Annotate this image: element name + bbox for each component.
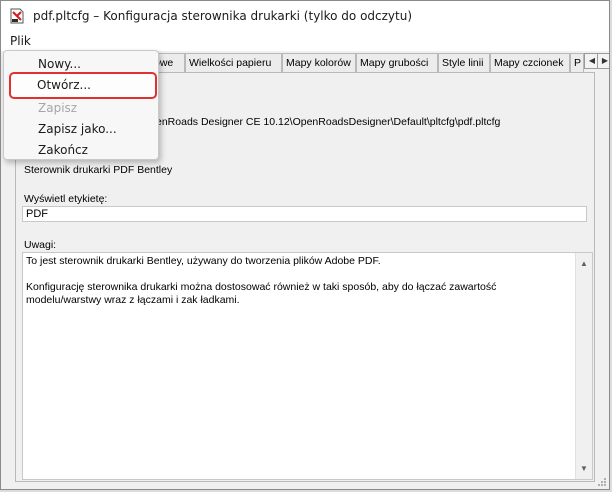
- pdf-config-app-icon: [10, 8, 24, 24]
- menu-file[interactable]: Plik: [10, 34, 31, 48]
- menu-item-save: Zapisz: [38, 101, 78, 115]
- driver-name-text: Sterownik drukarki PDF Bentley: [24, 164, 173, 176]
- notes-paragraph-2: Konfigurację sterownika drukarki można d…: [26, 281, 497, 306]
- printer-config-window: pdf.pltcfg – Konfiguracja sterownika dru…: [0, 0, 610, 490]
- tab-line-styles[interactable]: Style linii: [438, 53, 490, 72]
- notes-textarea[interactable]: To jest sterownik drukarki Bentley, używ…: [22, 252, 593, 480]
- menu-item-exit[interactable]: Zakończ: [38, 143, 88, 157]
- notes-scrollbar[interactable]: ▲ ▼: [575, 253, 592, 479]
- tab-partial-p[interactable]: P: [570, 53, 584, 72]
- menu-item-open-highlight[interactable]: Otwórz...: [9, 72, 157, 99]
- config-file-path: enRoads Designer CE 10.12\OpenRoadsDesig…: [156, 116, 501, 128]
- tab-color-maps[interactable]: Mapy kolorów: [282, 53, 356, 72]
- title-bar[interactable]: pdf.pltcfg – Konfiguracja sterownika dru…: [1, 1, 609, 31]
- tab-weight-maps[interactable]: Mapy grubości: [356, 53, 438, 72]
- display-label-field[interactable]: PDF: [22, 206, 587, 222]
- menu-item-open[interactable]: Otwórz...: [37, 78, 91, 92]
- tab-font-maps[interactable]: Mapy czcionek: [490, 53, 570, 72]
- tab-scroll-right-icon[interactable]: ▶: [597, 53, 609, 69]
- menu-item-save-as[interactable]: Zapisz jako...: [38, 122, 117, 136]
- tab-paper-sizes[interactable]: Wielkości papieru: [185, 53, 282, 72]
- display-label-caption: Wyświetl etykietę:: [24, 193, 108, 205]
- notes-paragraph-1: To jest sterownik drukarki Bentley, używ…: [26, 255, 381, 267]
- menu-bar: Plik: [1, 31, 609, 51]
- resize-grip-icon[interactable]: [597, 477, 607, 487]
- file-menu-dropdown: Nowy... Zapisz Zapisz jako... Zakończ: [3, 50, 159, 160]
- scroll-down-icon[interactable]: ▼: [580, 462, 588, 475]
- scroll-up-icon[interactable]: ▲: [580, 257, 588, 270]
- menu-item-new[interactable]: Nowy...: [38, 57, 81, 71]
- window-title: pdf.pltcfg – Konfiguracja sterownika dru…: [33, 9, 413, 23]
- notes-caption: Uwagi:: [24, 239, 57, 251]
